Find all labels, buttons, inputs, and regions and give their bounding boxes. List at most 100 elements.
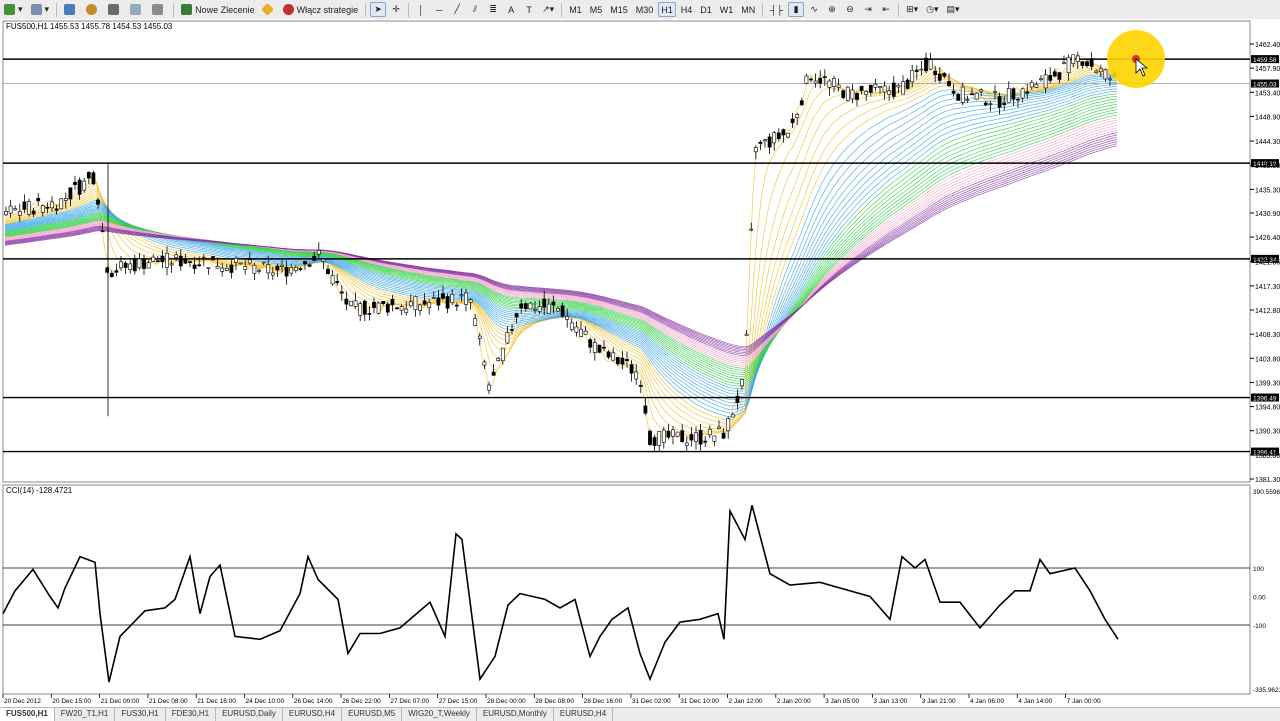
candle-body (813, 80, 818, 84)
chart-tab[interactable]: FUS500,H1 (0, 708, 55, 721)
chart-tab[interactable]: FUS30,H1 (115, 708, 166, 721)
candle-body (404, 308, 409, 313)
candle-body (491, 371, 496, 376)
zoom-in-icon[interactable]: ⊕ (824, 2, 840, 17)
timeframe-mn[interactable]: MN (738, 2, 758, 17)
bar-chart-icon[interactable]: ┤├ (767, 2, 786, 17)
candle-body (330, 275, 335, 285)
price-tick-label: 1462.40 (1255, 42, 1280, 49)
price-tick-label: 1439.80 (1255, 163, 1280, 170)
chart-tab[interactable]: EURUSD,M5 (342, 708, 403, 721)
zoom-out-icon[interactable]: ⊖ (842, 2, 858, 17)
cursor-tool-icon[interactable]: ➤ (370, 2, 387, 17)
chart-tab[interactable]: EURUSD,H4 (554, 708, 614, 721)
time-tick-label: 28 Dec 00:00 (487, 698, 526, 705)
candle-body (454, 304, 459, 307)
crosshair-tool-icon[interactable]: ✛ (388, 2, 404, 17)
label-tool-icon[interactable]: T (521, 2, 537, 17)
chart-shift-icon[interactable]: ⇤ (878, 2, 894, 17)
arrows-tool-icon[interactable]: ↗▾ (539, 2, 557, 17)
time-tick-label: 20 Dec 15:00 (52, 698, 91, 705)
autoscroll-icon[interactable]: ⇥ (860, 2, 876, 17)
candle-body (666, 430, 671, 438)
time-tick-label: 31 Dec 02:00 (632, 698, 671, 705)
candle-body (965, 99, 970, 101)
timeframe-m15[interactable]: M15 (607, 2, 631, 17)
new-order-button[interactable]: Nowe Zlecenie (178, 2, 258, 17)
chart-tab[interactable]: EURUSD,Daily (216, 708, 283, 721)
candle-body (620, 357, 625, 365)
timeframe-m30[interactable]: M30 (633, 2, 657, 17)
profiles-icon[interactable]: ▾ (28, 2, 53, 17)
candle-body (588, 339, 593, 348)
chart-window[interactable]: 1459.581455.031440.191422.341396.491386.… (0, 19, 1280, 707)
candle-body (579, 328, 583, 337)
candle-body (1062, 62, 1066, 64)
chart-tab[interactable]: EURUSD,Monthly (477, 708, 554, 721)
candle-body (408, 301, 413, 307)
timeframe-h1[interactable]: H1 (658, 2, 676, 17)
candle-body (928, 59, 933, 70)
fibonacci-icon[interactable]: ≣ (485, 2, 501, 17)
candle-body (261, 261, 266, 264)
chart-tab[interactable]: FDE30,H1 (166, 708, 217, 721)
candle-body (339, 291, 344, 294)
trend-line-icon[interactable]: ╱ (449, 2, 465, 17)
candle-body (634, 371, 639, 380)
time-tick-label: 3 Jan 13:00 (873, 698, 907, 705)
timeframe-w1[interactable]: W1 (717, 2, 737, 17)
candle-body (77, 179, 82, 195)
price-tick-label: 1412.80 (1255, 308, 1280, 315)
metaeditor-icon[interactable] (260, 2, 278, 17)
periods-icon[interactable]: ◷▾ (923, 2, 941, 17)
candle-body (238, 262, 243, 265)
candle-body (17, 211, 22, 216)
candle-body (703, 440, 708, 443)
candle-body (583, 330, 588, 335)
line-chart-icon[interactable]: ∿ (806, 2, 822, 17)
candle-body (776, 132, 781, 139)
candle-body (312, 255, 317, 261)
tester-icon[interactable] (149, 2, 169, 17)
add-chart-icon[interactable]: ▾ (1, 2, 26, 17)
timeframe-h4[interactable]: H4 (678, 2, 696, 17)
candle-chart-icon[interactable]: ▮ (788, 2, 805, 17)
candle-body (537, 306, 542, 312)
timeframe-m5[interactable]: M5 (587, 2, 606, 17)
candle-body (744, 333, 749, 336)
candle-body (445, 296, 450, 309)
enable-strategies-button[interactable]: Włącz strategie (280, 2, 362, 17)
channel-icon[interactable]: ⫽ (467, 2, 483, 17)
templates-icon[interactable]: ▤▾ (944, 2, 963, 17)
candle-body (1085, 61, 1089, 66)
data-window-icon[interactable] (83, 2, 103, 17)
candle-body (427, 302, 432, 308)
chart-tab[interactable]: WIG20_T,Weekly (402, 708, 477, 721)
candle-body (551, 301, 556, 306)
horizontal-line-icon[interactable]: ─ (431, 2, 447, 17)
candle-body (850, 89, 855, 100)
candle-body (574, 326, 579, 333)
price-tick-label: 1381.30 (1255, 477, 1280, 484)
timeframe-d1[interactable]: D1 (697, 2, 715, 17)
candle-body (1098, 68, 1103, 73)
candle-body (905, 79, 910, 89)
candle-body (827, 80, 832, 88)
text-tool-icon[interactable]: A (503, 2, 519, 17)
candle-body (818, 77, 823, 84)
timeframe-m1[interactable]: M1 (566, 2, 585, 17)
chart-tab[interactable]: EURUSD,H4 (283, 708, 343, 721)
market-watch-icon[interactable] (61, 2, 81, 17)
terminal-icon[interactable] (127, 2, 147, 17)
navigator-icon[interactable] (105, 2, 125, 17)
vertical-line-icon[interactable]: │ (413, 2, 429, 17)
chart-tab[interactable]: FW20_T1,H1 (55, 708, 116, 721)
candle-body (50, 201, 54, 209)
candle-body (1089, 58, 1094, 67)
candle-body (1039, 78, 1043, 81)
price-tick-label: 1385.80 (1255, 453, 1280, 460)
candle-body (974, 92, 979, 100)
candle-body (878, 86, 882, 88)
indicators-icon[interactable]: ⊞▾ (903, 2, 921, 17)
candle-body (132, 258, 137, 272)
